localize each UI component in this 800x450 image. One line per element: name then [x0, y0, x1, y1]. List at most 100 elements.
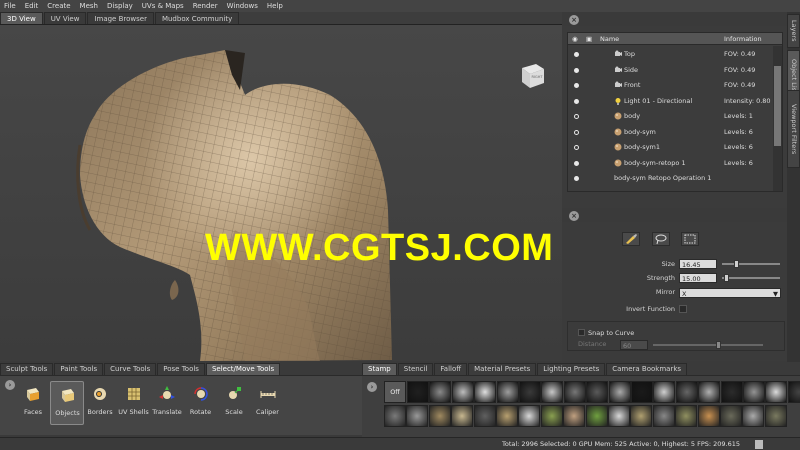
- stamp-swatch[interactable]: [697, 405, 720, 427]
- visibility-dot[interactable]: [574, 176, 579, 181]
- stamp-swatch[interactable]: [631, 381, 653, 403]
- size-slider-knob[interactable]: [733, 260, 739, 268]
- stamp-swatch[interactable]: [451, 381, 474, 403]
- size-field[interactable]: 16.45: [679, 259, 717, 269]
- snap-checkbox[interactable]: [578, 329, 585, 336]
- side-tab-layers[interactable]: Layers: [787, 14, 800, 48]
- invert-checkbox[interactable]: [679, 305, 687, 313]
- stamp-swatch[interactable]: [720, 381, 743, 403]
- object-row[interactable]: body-sym-retopo 1 Levels: 6: [568, 156, 773, 171]
- lasso-button[interactable]: [652, 232, 670, 246]
- stamp-swatch[interactable]: [675, 405, 698, 427]
- stamp-swatch[interactable]: [541, 381, 564, 403]
- stamp-swatch[interactable]: [474, 381, 497, 403]
- distance-slider[interactable]: [653, 344, 763, 346]
- tab-uv-view[interactable]: UV View: [43, 12, 87, 24]
- stamp-swatch[interactable]: [743, 381, 765, 403]
- tool-caliper[interactable]: Caliper: [251, 381, 285, 425]
- stamp-tab-lighting-presets[interactable]: Lighting Presets: [537, 363, 606, 375]
- tray-nav-icon[interactable]: ›: [5, 380, 15, 390]
- strength-field[interactable]: 15.00: [679, 273, 717, 283]
- tool-scale[interactable]: Scale: [217, 381, 251, 425]
- distance-slider-knob[interactable]: [716, 341, 721, 349]
- visibility-dot[interactable]: [574, 67, 579, 73]
- menu-edit[interactable]: Edit: [25, 2, 39, 10]
- menu-create[interactable]: Create: [47, 2, 70, 10]
- tab-mudbox-community[interactable]: Mudbox Community: [154, 12, 240, 24]
- visibility-dot[interactable]: [574, 145, 579, 150]
- viewcube[interactable]: RIGHT: [518, 60, 546, 90]
- object-row[interactable]: Light 01 - Directional Intensity: 0.80: [568, 94, 773, 109]
- object-row[interactable]: body-sym Retopo Operation 1: [568, 171, 773, 186]
- tool-rotate[interactable]: Rotate: [184, 381, 218, 425]
- tool-translate[interactable]: Translate: [150, 381, 184, 425]
- menu-render[interactable]: Render: [193, 2, 218, 10]
- visibility-dot[interactable]: [574, 129, 579, 135]
- object-row[interactable]: body Levels: 1: [568, 109, 773, 124]
- stamp-tab-material-presets[interactable]: Material Presets: [468, 363, 537, 375]
- brush-button[interactable]: [622, 232, 640, 246]
- stamp-swatch[interactable]: [765, 381, 788, 403]
- stamp-swatch[interactable]: [428, 405, 451, 427]
- stamp-swatch[interactable]: [563, 381, 586, 403]
- stamp-tab-camera-bookmarks[interactable]: Camera Bookmarks: [606, 363, 688, 375]
- stamp-swatch[interactable]: [720, 405, 742, 427]
- object-row[interactable]: Top FOV: 0.49: [568, 47, 773, 62]
- scroll-thumb[interactable]: [774, 66, 781, 146]
- tab-image-browser[interactable]: Image Browser: [87, 12, 154, 24]
- menu-file[interactable]: File: [4, 2, 16, 10]
- object-row[interactable]: Front FOV: 0.49: [568, 78, 773, 93]
- stamp-swatch[interactable]: [585, 405, 608, 427]
- menu-windows[interactable]: Windows: [227, 2, 258, 10]
- object-row[interactable]: body-sym Levels: 6: [568, 125, 773, 140]
- tool-faces[interactable]: Faces: [16, 381, 50, 425]
- close-panel-icon[interactable]: ×: [569, 15, 579, 25]
- stamp-swatch[interactable]: [742, 405, 765, 427]
- tool-objects[interactable]: Objects: [49, 381, 84, 425]
- menu-uvs-maps[interactable]: UVs & Maps: [142, 2, 184, 10]
- stamp-off-button[interactable]: Off: [384, 381, 406, 403]
- visibility-dot[interactable]: [574, 83, 579, 88]
- viewport-3d[interactable]: RIGHT WWW.CGTSJ.COM: [0, 25, 562, 361]
- stamp-swatch[interactable]: [518, 405, 541, 427]
- stamp-swatch[interactable]: [451, 405, 474, 427]
- stamp-swatch[interactable]: [787, 381, 800, 403]
- stamp-swatch[interactable]: [496, 405, 518, 427]
- stamp-swatch[interactable]: [473, 405, 496, 427]
- stamp-swatch[interactable]: [764, 405, 787, 427]
- visibility-dot[interactable]: [574, 52, 579, 57]
- stamp-nav-icon[interactable]: ›: [367, 382, 377, 392]
- close-props-icon[interactable]: ×: [569, 211, 579, 221]
- stamp-swatch[interactable]: [698, 381, 721, 403]
- stamp-swatch[interactable]: [540, 405, 563, 427]
- stamp-swatch[interactable]: [407, 381, 429, 403]
- tool-borders[interactable]: Borders: [83, 381, 117, 425]
- strength-slider-knob[interactable]: [723, 274, 729, 282]
- menu-help[interactable]: Help: [267, 2, 283, 10]
- stamp-tab-stencil[interactable]: Stencil: [397, 363, 434, 375]
- rect-select-button[interactable]: [681, 232, 699, 246]
- distance-field[interactable]: 60: [620, 340, 648, 350]
- tool-tab-curve-tools[interactable]: Curve Tools: [104, 363, 157, 375]
- visibility-dot[interactable]: [574, 114, 579, 119]
- stamp-swatch[interactable]: [406, 405, 429, 427]
- visibility-dot[interactable]: [574, 98, 579, 104]
- menu-display[interactable]: Display: [107, 2, 133, 10]
- stamp-tab-stamp[interactable]: Stamp: [362, 363, 397, 375]
- stamp-swatch[interactable]: [586, 381, 609, 403]
- mirror-dropdown[interactable]: X ▼: [679, 288, 781, 298]
- menu-mesh[interactable]: Mesh: [80, 2, 98, 10]
- object-row[interactable]: Side FOV: 0.49: [568, 63, 773, 78]
- stamp-swatch[interactable]: [608, 381, 631, 403]
- stamp-swatch[interactable]: [675, 381, 698, 403]
- stamp-swatch[interactable]: [496, 381, 519, 403]
- stamp-swatch[interactable]: [652, 405, 675, 427]
- stamp-tab-falloff[interactable]: Falloff: [434, 363, 468, 375]
- stamp-swatch[interactable]: [384, 405, 406, 427]
- size-slider[interactable]: [722, 263, 780, 265]
- tool-tab-sculpt-tools[interactable]: Sculpt Tools: [0, 363, 54, 375]
- tab--d-view[interactable]: 3D View: [0, 12, 43, 24]
- stamp-swatch[interactable]: [429, 381, 452, 403]
- object-list-scrollbar[interactable]: [773, 46, 782, 191]
- tool-uv-shells[interactable]: UV Shells: [117, 381, 151, 425]
